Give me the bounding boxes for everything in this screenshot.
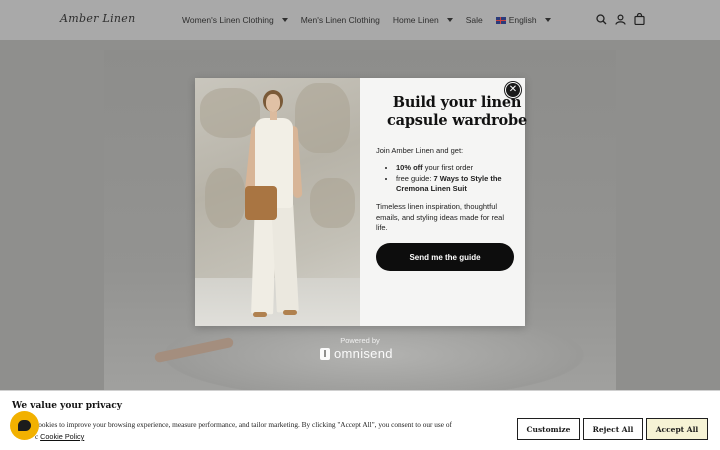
language-selector[interactable]: English — [495, 15, 551, 25]
account-icon[interactable] — [615, 13, 626, 25]
send-guide-button[interactable]: Send me the guide — [376, 243, 514, 271]
language-label: English — [508, 15, 537, 25]
nav-label: Men's Linen Clothing — [300, 15, 380, 25]
search-icon[interactable] — [596, 13, 607, 25]
nav-label: Home Linen — [392, 15, 439, 25]
signup-popup: ✕ Build your linen capsule wardrobe Join… — [195, 78, 527, 326]
omnisend-logo[interactable]: omnisend — [320, 346, 393, 361]
popup-description: Timeless linen inspiration, thoughtful e… — [376, 202, 504, 232]
list-item: 10% off your first order — [396, 163, 511, 173]
close-icon[interactable]: ✕ — [505, 82, 521, 98]
chevron-down-icon — [446, 18, 453, 22]
nav-item-home-linen[interactable]: Home Linen — [393, 15, 453, 25]
popup-photo — [195, 78, 360, 326]
chevron-down-icon — [544, 18, 551, 22]
uk-flag-icon — [495, 16, 506, 24]
nav-item-mens[interactable]: Men's Linen Clothing — [301, 15, 380, 25]
site-header: Amber Linen Women's Linen Clothing Men's… — [0, 0, 720, 40]
nav-label: Women's Linen Clothing — [182, 15, 274, 25]
benefit-list: 10% off your first order free guide: 7 W… — [376, 163, 511, 194]
reject-all-button[interactable]: Reject All — [583, 418, 643, 440]
customize-button[interactable]: Customize — [517, 418, 580, 440]
cookie-title: We value your privacy — [12, 401, 122, 411]
model-bag — [245, 186, 277, 220]
chat-bubble-icon — [18, 420, 31, 431]
cart-icon[interactable] — [634, 13, 645, 25]
chevron-down-icon — [281, 18, 288, 22]
omnisend-wordmark: omnisend — [334, 346, 393, 361]
popup-content: ✕ Build your linen capsule wardrobe Join… — [360, 78, 527, 326]
popup-intro: Join Amber Linen and get: — [376, 146, 464, 155]
accept-all-button[interactable]: Accept All — [646, 418, 708, 440]
site-logo[interactable]: Amber Linen — [60, 12, 135, 25]
nav-label: Sale — [465, 15, 483, 25]
header-actions — [596, 13, 645, 25]
omnisend-mark-icon — [320, 347, 330, 360]
chat-widget[interactable] — [10, 411, 39, 440]
main-nav: Women's Linen Clothing Men's Linen Cloth… — [182, 0, 564, 40]
nav-item-sale[interactable]: Sale — [466, 15, 483, 25]
popup-title: Build your linen capsule wardrobe — [387, 94, 527, 129]
powered-by-label: Powered by — [340, 336, 380, 345]
cookie-policy-link[interactable]: Cookie Policy — [40, 432, 84, 441]
nav-item-womens[interactable]: Women's Linen Clothing — [182, 15, 288, 25]
cookie-text: cookies to improve your browsing experie… — [35, 420, 452, 441]
list-item: free guide: 7 Ways to Style the Cremona … — [396, 174, 511, 194]
